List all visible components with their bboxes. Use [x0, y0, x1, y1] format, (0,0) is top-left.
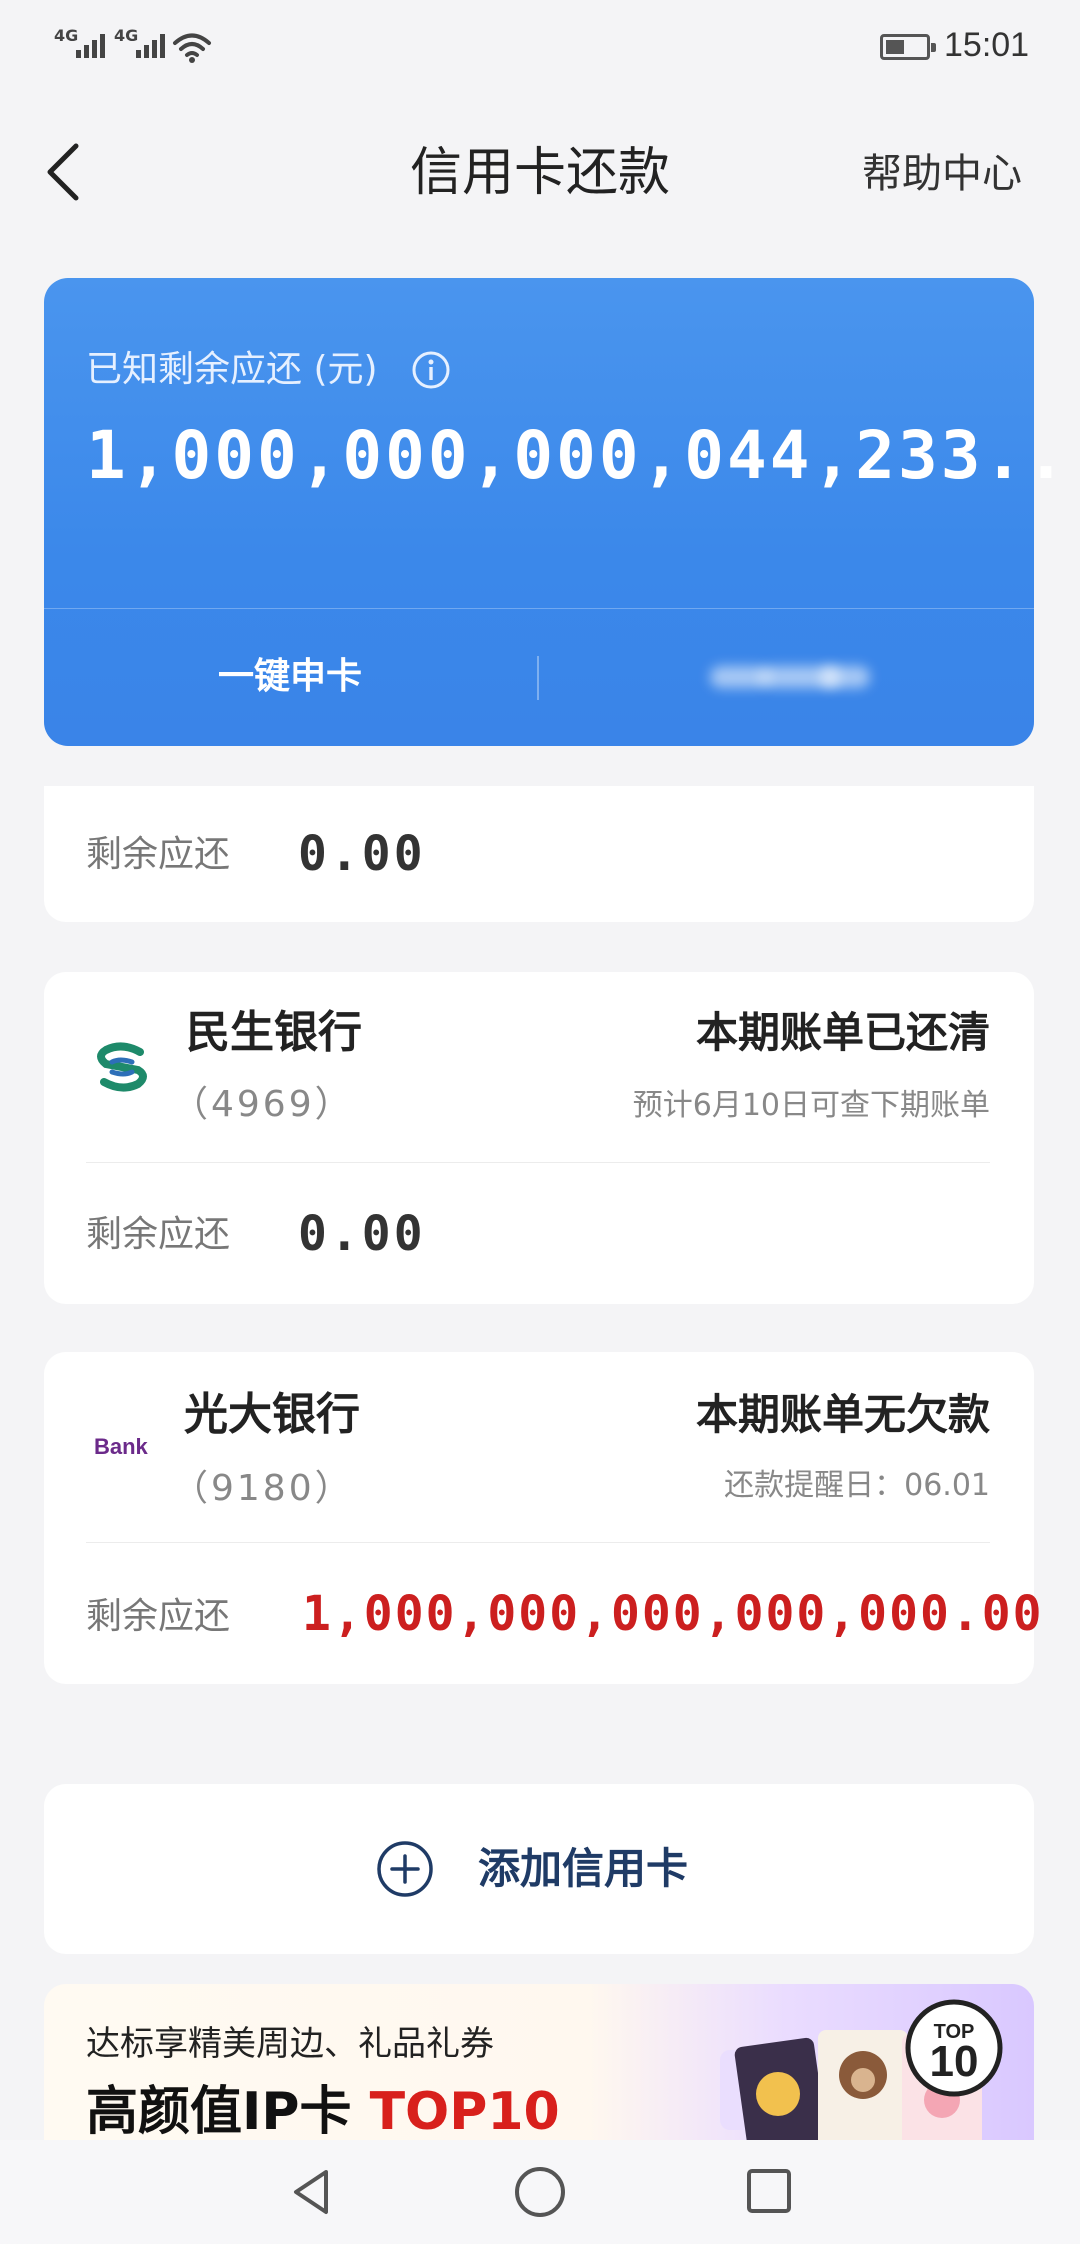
nav-home-icon[interactable] — [512, 2164, 568, 2220]
summary-label: 已知剩余应还 (元) — [86, 349, 378, 390]
status-time: 15:01 — [944, 26, 1030, 64]
remaining-label: 剩余应还 — [86, 1596, 231, 1637]
help-center-link[interactable]: 帮助中心 — [862, 146, 1022, 202]
nav-recents-icon[interactable] — [744, 2166, 794, 2216]
promo-title-prefix: 高颜值IP卡 — [86, 2082, 370, 2142]
apply-card-button[interactable]: 一键申卡 — [190, 652, 390, 702]
add-credit-card-label[interactable]: 添加信用卡 — [478, 1840, 688, 1898]
card-number: （9180） — [172, 1468, 354, 1509]
promo-title: 高颜值IP卡 TOP10 — [86, 2080, 560, 2144]
nav-back-icon[interactable] — [286, 2166, 338, 2218]
promo-title-highlight: TOP10 — [369, 2082, 560, 2142]
top10-badge-icon: TOP 10 — [905, 1999, 1003, 2097]
summary-vertical-divider — [537, 656, 539, 700]
wifi-icon — [173, 33, 211, 63]
bill-status: 本期账单无欠款 — [695, 1390, 990, 1439]
card-number: （4969） — [172, 1084, 354, 1125]
ceb-logo-icon: Bank — [94, 1434, 148, 1459]
card-divider — [86, 1162, 990, 1163]
remaining-amount: 1,000,000,000,000,000.00 — [302, 1586, 1044, 1642]
bill-status-sub: 还款提醒日：06.01 — [724, 1468, 990, 1503]
add-circle-icon[interactable] — [376, 1840, 434, 1898]
bank-name: 民生银行 — [186, 1007, 362, 1058]
remaining-amount: 0.00 — [298, 826, 426, 882]
top10-badge-number: 10 — [930, 2037, 979, 2086]
remaining-amount: 0.00 — [298, 1206, 426, 1262]
summary-amount: 1,000,000,000,044,233.. — [86, 417, 1069, 494]
info-icon[interactable] — [411, 350, 451, 390]
bill-status-sub: 预计6月10日可查下期账单 — [632, 1088, 990, 1123]
blurred-button[interactable] — [700, 652, 870, 700]
battery-icon — [880, 34, 936, 60]
remaining-label: 剩余应还 — [86, 834, 231, 875]
card-divider — [86, 1542, 990, 1543]
cmbc-logo-icon — [97, 1042, 147, 1092]
bank-name: 光大银行 — [184, 1389, 360, 1440]
remaining-label: 剩余应还 — [86, 1214, 231, 1255]
promo-subtitle: 达标享精美周边、礼品礼券 — [86, 2024, 494, 2064]
bill-status: 本期账单已还清 — [695, 1008, 990, 1057]
summary-divider — [44, 608, 1034, 609]
